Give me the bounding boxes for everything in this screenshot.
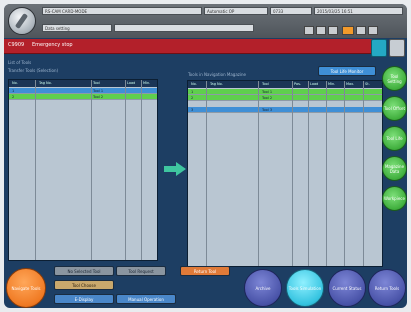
col-tool: Tool [93,81,100,85]
no-selected-tool-button[interactable]: No Selected Tool [54,266,114,276]
col-no: No. [12,81,18,85]
current-status-button[interactable]: Current Status [328,269,366,307]
title-field: RS-CAM CARD-MODE [42,7,202,15]
left-panel-caption: List of Tools [8,60,32,65]
arrow-right-icon[interactable] [164,162,186,176]
tools-simulation-button[interactable]: Tools Simulation [286,269,324,307]
column-divider [35,80,36,260]
main-screen: RS-CAM CARD-MODE Automatic OP 0733 2015/… [4,4,407,308]
alarm-title: Emergency stop [32,42,73,48]
header-button-2[interactable] [316,26,326,35]
navigate-tools-button[interactable]: Navigate Tools [6,268,46,308]
column-divider [308,81,309,266]
tool-life-monitor-button[interactable]: Tool Life Monitor [318,66,376,76]
alarm-bar: C9909 Emergency stop [4,39,376,54]
side-button-tool-life[interactable]: Tool Life [382,126,407,151]
emblem-icon [8,7,36,35]
table-row[interactable]: 3 Tool 3 [188,107,382,113]
column-divider [292,81,293,266]
column-divider [206,81,207,266]
magazine-tools-table[interactable]: No. Tag No. Tool Pos. Load Min. Max. St.… [187,80,383,267]
e-display-button[interactable]: E-Display [54,294,114,304]
header-button-3[interactable] [328,26,338,35]
left-panel-subtitle: Transfer Tools (Selection) [8,68,59,73]
column-divider [91,80,92,260]
column-divider [141,80,142,260]
orange-tool-icon[interactable] [342,26,354,35]
header-button-4[interactable] [356,26,366,35]
header-button-1[interactable] [304,26,314,35]
column-divider [258,81,259,266]
side-button-workpiece[interactable]: Workpiece [382,186,407,211]
table-header: No. Tag No. Tool Pos. Load Min. Max. St. [188,81,382,88]
table-row[interactable]: 2 Tool 2 [9,94,157,100]
table-row[interactable]: 2 Tool 2 [188,95,382,101]
column-divider [344,81,345,266]
col-load: Load [127,81,136,85]
column-divider [363,81,364,266]
side-button-tool-setting[interactable]: Tool Setting [382,66,407,91]
header-button-5[interactable] [368,26,378,35]
return-tools-button[interactable]: Return Tools [368,269,406,307]
teal-status-icon[interactable] [371,39,387,57]
col-tag: Tag No. [39,81,52,85]
tool-choose-button[interactable]: Tool Choose [54,280,114,290]
window-icon[interactable] [389,39,405,57]
side-button-tool-offset[interactable]: Tool Offset [382,96,407,121]
return-tool-button[interactable]: Return Tool [180,266,230,276]
code-field: 0733 [270,7,312,15]
header-bar: RS-CAM CARD-MODE Automatic OP 0733 2015/… [4,4,407,38]
menu-field[interactable]: Data setting [42,24,112,32]
table-header: No. Tag No. Tool Load Min. [9,80,157,87]
tool-request-button[interactable]: Tool Request [116,266,166,276]
date-field: 2015/03/25 16:51 [314,7,403,15]
manual-operation-button[interactable]: Manual Operation [116,294,176,304]
column-divider [326,81,327,266]
transfer-tools-table[interactable]: No. Tag No. Tool Load Min. 1 Tool 1 2 To… [8,79,158,261]
info-field [114,24,254,32]
column-divider [125,80,126,260]
side-button-magazine-data[interactable]: Magazine Data [382,156,407,181]
col-min: Min. [143,81,151,85]
archive-button[interactable]: Archive [244,269,282,307]
status-field: Automatic OP [204,7,268,15]
alarm-code: C9909 [8,42,25,48]
right-panel-caption: Tools in Navigation Magazine [188,72,246,77]
